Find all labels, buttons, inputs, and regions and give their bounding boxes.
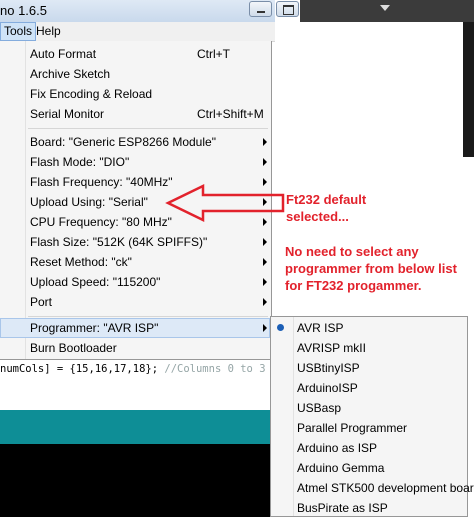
menu-item-label: Reset Method: "ck" [30, 255, 132, 269]
programmer-item-stk500[interactable]: Atmel STK500 development board [271, 478, 474, 498]
submenu-arrow-icon [263, 258, 267, 266]
menu-item-fix-encoding[interactable]: Fix Encoding & Reload [0, 84, 270, 104]
submenu-arrow-icon [263, 278, 267, 286]
programmer-submenu: AVR ISP AVRISP mkII USBtinyISP ArduinoIS… [270, 316, 474, 518]
menu-item-auto-format[interactable]: Auto Format Ctrl+T [0, 44, 270, 64]
menu-item-label: CPU Frequency: "80 MHz" [30, 215, 172, 229]
programmer-item-label: Parallel Programmer [297, 421, 408, 435]
menu-help[interactable]: Help [33, 22, 64, 41]
annotation-arrow-icon [165, 184, 285, 222]
annotation-line-1: Ft232 default [286, 192, 367, 207]
dropdown-arrow-icon [380, 5, 390, 11]
programmer-item-arduino-as-isp[interactable]: Arduino as ISP [271, 438, 467, 458]
code-editor-line[interactable]: numCols] = {15,16,17,18}; //Columns 0 to… [0, 360, 270, 378]
programmer-item-label: AVRISP mkII [297, 341, 366, 355]
menu-item-label: Flash Frequency: "40MHz" [30, 175, 173, 189]
menu-item-label: Serial Monitor [30, 107, 105, 121]
menu-item-label: Flash Mode: "DIO" [30, 155, 130, 169]
programmer-item-arduinoisp[interactable]: ArduinoISP [271, 378, 467, 398]
menu-item-label: Board: "Generic ESP8266 Module" [30, 135, 216, 149]
programmer-item-buspirate[interactable]: BusPirate as ISP [271, 498, 467, 518]
menu-item-label: Port [30, 295, 53, 309]
programmer-item-usbasp[interactable]: USBasp [271, 398, 467, 418]
menu-item-label: Programmer: "AVR ISP" [30, 321, 159, 335]
menu-item-programmer[interactable]: Programmer: "AVR ISP" [0, 318, 270, 338]
submenu-arrow-icon [263, 238, 267, 246]
submenu-arrow-icon [263, 324, 267, 332]
window-titlebar: no 1.6.5 [0, 0, 275, 23]
menu-item-flash-mode[interactable]: Flash Mode: "DIO" [0, 152, 270, 172]
programmer-item-label: ArduinoISP [297, 381, 358, 395]
programmer-item-parallel[interactable]: Parallel Programmer [271, 418, 467, 438]
menu-item-label: Flash Size: "512K (64K SPIFFS)" [30, 235, 208, 249]
menu-separator [28, 316, 268, 317]
menu-item-port[interactable]: Port [0, 292, 270, 312]
submenu-arrow-icon [263, 138, 267, 146]
menu-item-shortcut: Ctrl+T [197, 47, 230, 61]
submenu-arrow-icon [263, 158, 267, 166]
menu-item-board[interactable]: Board: "Generic ESP8266 Module" [0, 132, 270, 152]
programmer-item-label: USBtinyISP [297, 361, 360, 375]
programmer-item-avr-isp[interactable]: AVR ISP [271, 318, 467, 338]
background-window-strip [300, 0, 474, 22]
menu-item-burn-bootloader[interactable]: Burn Bootloader [0, 338, 270, 358]
menu-item-archive-sketch[interactable]: Archive Sketch [0, 64, 270, 84]
menu-item-label: Auto Format [30, 47, 97, 61]
submenu-arrow-icon [263, 298, 267, 306]
menu-item-reset-method[interactable]: Reset Method: "ck" [0, 252, 270, 272]
menu-tools[interactable]: Tools [0, 22, 37, 41]
programmer-item-label: AVR ISP [297, 321, 344, 335]
maximize-button[interactable] [276, 1, 299, 17]
console-output [0, 444, 270, 517]
programmer-item-usbtinyisp[interactable]: USBtinyISP [271, 358, 467, 378]
annotation-line-2: selected... [286, 209, 349, 224]
window-title: no 1.6.5 [0, 3, 47, 18]
menu-item-label: Archive Sketch [30, 67, 111, 81]
menu-item-label: Burn Bootloader [30, 341, 117, 355]
minimize-button[interactable] [249, 1, 272, 17]
menu-item-shortcut: Ctrl+Shift+M [197, 107, 264, 121]
programmer-item-label: BusPirate as ISP [297, 501, 388, 515]
annotation-note: No need to select any programmer from be… [285, 244, 457, 293]
programmer-item-arduino-gemma[interactable]: Arduino Gemma [271, 458, 467, 478]
menu-item-upload-speed[interactable]: Upload Speed: "115200" [0, 272, 270, 292]
menu-separator [28, 128, 268, 129]
background-window-edge [463, 22, 474, 157]
code-editor-area[interactable] [0, 378, 270, 410]
programmer-item-label: Arduino Gemma [297, 461, 385, 475]
programmer-item-avrisp-mkii[interactable]: AVRISP mkII [271, 338, 467, 358]
menu-bar: Tools Help [0, 22, 275, 42]
menu-item-label: Upload Speed: "115200" [30, 275, 161, 289]
code-comment: //Columns 0 to 3 [164, 363, 266, 375]
programmer-item-label: Atmel STK500 development board [297, 481, 474, 495]
menu-item-label: Fix Encoding & Reload [30, 87, 153, 101]
code-text: numCols] = {15,16,17,18}; [0, 363, 165, 375]
programmer-item-label: USBasp [297, 401, 342, 415]
menu-item-label: Upload Using: "Serial" [30, 195, 148, 209]
menu-item-serial-monitor[interactable]: Serial Monitor Ctrl+Shift+M [0, 104, 270, 124]
programmer-item-label: Arduino as ISP [297, 441, 378, 455]
menu-item-flash-size[interactable]: Flash Size: "512K (64K SPIFFS)" [0, 232, 270, 252]
radio-selected-icon [277, 324, 284, 331]
status-bar [0, 410, 270, 444]
